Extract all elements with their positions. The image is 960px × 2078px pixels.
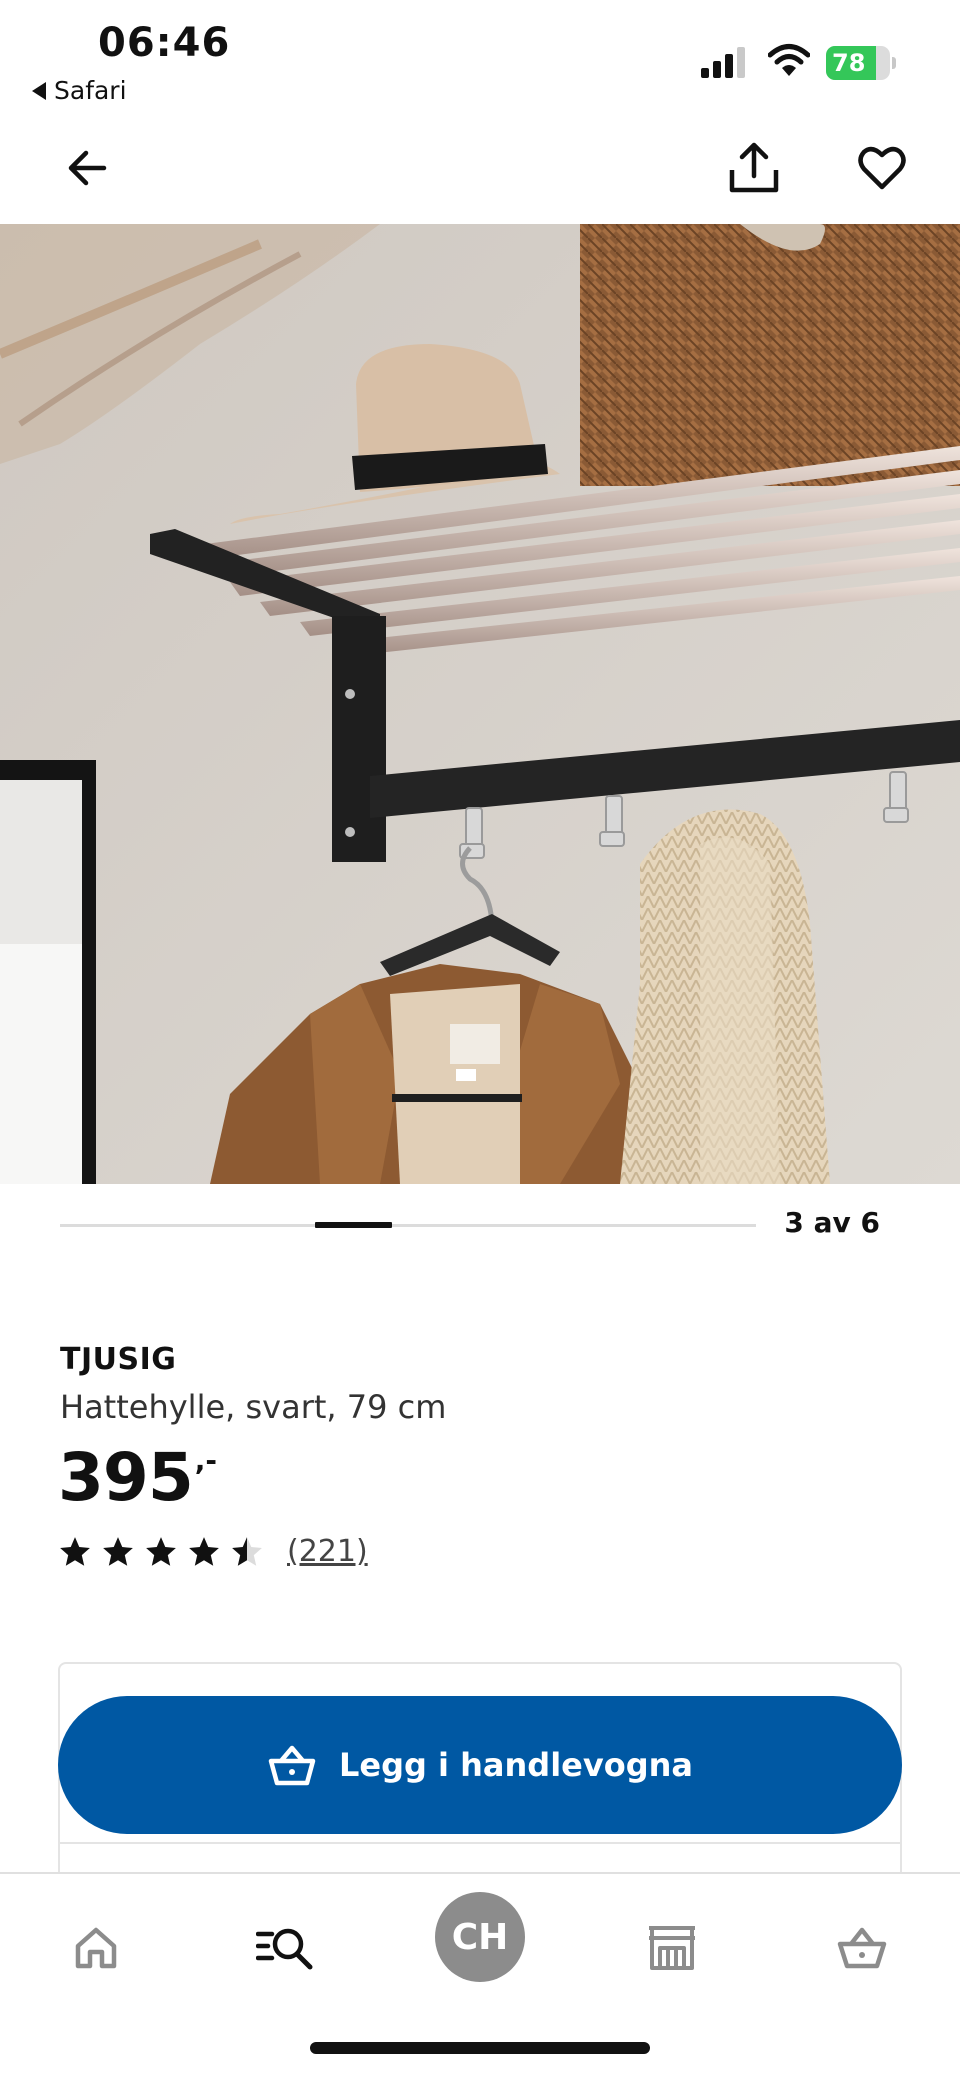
battery-level: 78 <box>832 49 866 77</box>
back-triangle-icon <box>32 81 46 100</box>
tab-home[interactable] <box>56 1908 136 1988</box>
carousel-progress-track[interactable] <box>60 1222 756 1228</box>
half-star-icon <box>232 1536 262 1566</box>
tab-stores[interactable] <box>632 1908 712 1988</box>
product-rating[interactable]: (221) <box>58 1534 368 1569</box>
back-app-label: Safari <box>54 76 127 105</box>
battery-icon: 78 <box>826 46 896 80</box>
share-button[interactable] <box>722 136 786 200</box>
product-image[interactable] <box>0 224 960 1184</box>
carousel-counter: 3 av 6 <box>784 1206 880 1239</box>
price-suffix: ,- <box>194 1444 218 1477</box>
tab-cart[interactable] <box>822 1908 902 1988</box>
reviews-count-link[interactable]: (221) <box>287 1534 368 1569</box>
product-description: Hattehylle, svart, 79 cm <box>60 1388 447 1426</box>
home-indicator[interactable] <box>310 2042 650 2054</box>
price-amount: 395 <box>58 1439 194 1516</box>
star-icon <box>103 1536 133 1566</box>
star-icon <box>146 1536 176 1566</box>
wifi-icon <box>768 44 810 76</box>
basket-icon <box>837 1927 887 1969</box>
tab-search[interactable] <box>246 1908 326 1988</box>
store-icon <box>649 1926 695 1970</box>
back-to-safari-link[interactable]: Safari <box>32 76 127 105</box>
add-to-cart-label: Legg i handlevogna <box>338 1746 693 1784</box>
star-icon <box>60 1536 90 1566</box>
add-to-cart-button[interactable]: Legg i handlevogna <box>58 1696 902 1834</box>
status-bar: 06:46 Safari 78 <box>0 0 960 120</box>
arrow-left-icon <box>68 150 107 186</box>
product-price: 395 ,- <box>58 1438 217 1518</box>
home-icon <box>75 1927 117 1969</box>
favorite-button[interactable] <box>850 136 914 200</box>
share-icon <box>729 142 779 193</box>
avatar-initials: CH <box>451 1916 509 1958</box>
heart-icon <box>858 146 906 190</box>
back-button[interactable] <box>56 136 120 200</box>
search-list-icon <box>256 1928 313 1970</box>
tab-profile-avatar[interactable]: CH <box>435 1892 525 1982</box>
star-icon <box>189 1536 219 1566</box>
carousel-progress-indicator <box>315 1222 392 1228</box>
shopping-basket-icon <box>268 1745 316 1786</box>
cellular-signal-icon <box>701 47 745 78</box>
product-name[interactable]: TJUSIG <box>60 1342 176 1377</box>
status-time: 06:46 <box>98 20 231 66</box>
product-photo <box>0 224 960 1184</box>
buy-card-divider <box>58 1842 902 1844</box>
